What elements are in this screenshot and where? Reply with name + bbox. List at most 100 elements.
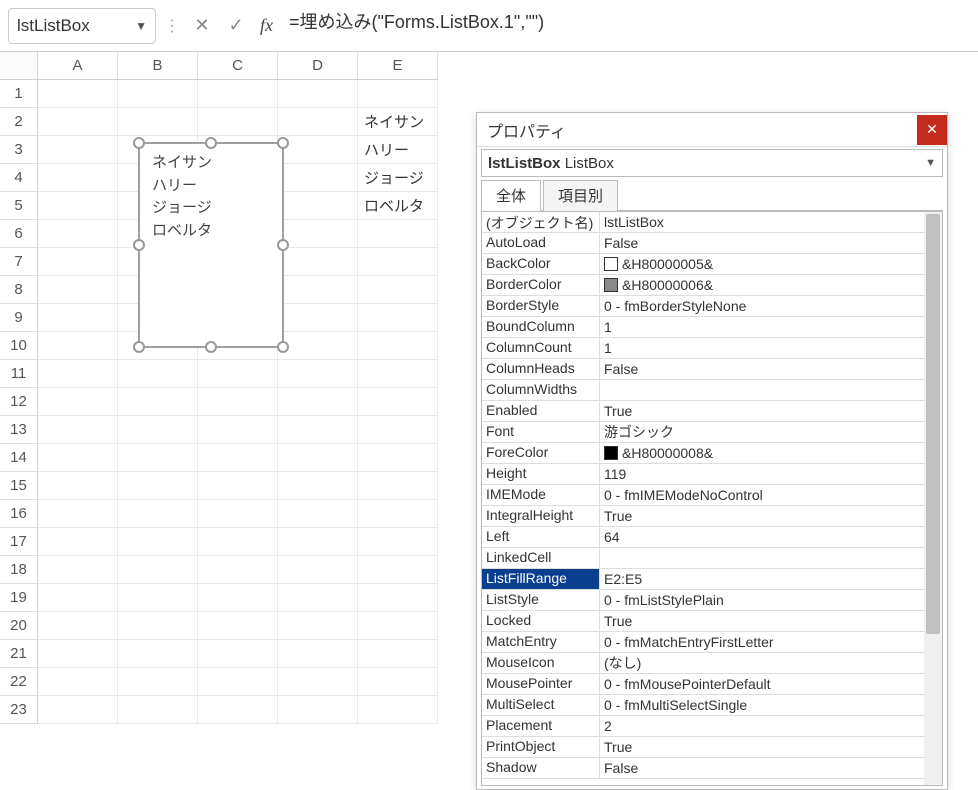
cell[interactable] <box>278 556 358 584</box>
scrollbar[interactable] <box>924 212 942 785</box>
property-row[interactable]: BorderStyle0 - fmBorderStyleNone <box>482 296 924 317</box>
row-header[interactable]: 4 <box>0 164 38 192</box>
row-header[interactable]: 21 <box>0 640 38 668</box>
cell[interactable] <box>38 500 118 528</box>
cell[interactable] <box>278 220 358 248</box>
cell[interactable] <box>38 696 118 724</box>
tab-categorized[interactable]: 項目別 <box>543 180 618 211</box>
property-row[interactable]: MultiSelect0 - fmMultiSelectSingle <box>482 695 924 716</box>
row-header[interactable]: 14 <box>0 444 38 472</box>
property-value[interactable]: True <box>600 737 924 757</box>
row-header[interactable]: 3 <box>0 136 38 164</box>
property-row[interactable]: EnabledTrue <box>482 401 924 422</box>
cell[interactable] <box>118 556 198 584</box>
cell[interactable] <box>38 276 118 304</box>
cell[interactable] <box>358 668 438 696</box>
property-value[interactable]: &H80000005& <box>600 254 924 274</box>
property-row[interactable]: AutoLoadFalse <box>482 233 924 254</box>
resize-handle[interactable] <box>205 137 217 149</box>
cell[interactable] <box>38 584 118 612</box>
row-header[interactable]: 18 <box>0 556 38 584</box>
column-header[interactable]: B <box>118 52 198 80</box>
cell[interactable] <box>198 612 278 640</box>
property-value[interactable]: 2 <box>600 716 924 736</box>
cell[interactable] <box>198 668 278 696</box>
cell[interactable] <box>118 108 198 136</box>
cell[interactable] <box>278 528 358 556</box>
cell[interactable] <box>118 528 198 556</box>
cell[interactable] <box>278 192 358 220</box>
property-value[interactable]: True <box>600 611 924 631</box>
cell[interactable] <box>358 248 438 276</box>
property-value[interactable]: &H80000008& <box>600 443 924 463</box>
cell[interactable] <box>198 80 278 108</box>
cell[interactable] <box>38 136 118 164</box>
cell[interactable] <box>38 612 118 640</box>
cell[interactable] <box>198 472 278 500</box>
cell[interactable] <box>118 360 198 388</box>
resize-handle[interactable] <box>277 341 289 353</box>
scrollbar-thumb[interactable] <box>926 214 940 634</box>
property-value[interactable]: 游ゴシック <box>600 422 924 442</box>
cell[interactable] <box>358 500 438 528</box>
cell[interactable] <box>278 136 358 164</box>
cell[interactable] <box>278 248 358 276</box>
cell[interactable] <box>38 80 118 108</box>
property-value[interactable]: (なし) <box>600 653 924 673</box>
property-value[interactable]: False <box>600 359 924 379</box>
cell[interactable] <box>358 696 438 724</box>
column-header[interactable]: E <box>358 52 438 80</box>
row-header[interactable]: 22 <box>0 668 38 696</box>
cell[interactable] <box>278 444 358 472</box>
cell[interactable] <box>198 416 278 444</box>
cell[interactable] <box>198 388 278 416</box>
accept-formula-button[interactable]: ✓ <box>222 12 250 40</box>
resize-handle[interactable] <box>133 341 145 353</box>
cell[interactable] <box>38 668 118 696</box>
property-value[interactable]: 0 - fmMousePointerDefault <box>600 674 924 694</box>
cell[interactable] <box>38 304 118 332</box>
cell[interactable] <box>118 80 198 108</box>
property-row[interactable]: Placement2 <box>482 716 924 737</box>
property-row[interactable]: IntegralHeightTrue <box>482 506 924 527</box>
column-header[interactable]: C <box>198 52 278 80</box>
cancel-formula-button[interactable]: ✕ <box>188 12 216 40</box>
row-header[interactable]: 9 <box>0 304 38 332</box>
property-row[interactable]: ListStyle0 - fmListStylePlain <box>482 590 924 611</box>
cell[interactable] <box>118 584 198 612</box>
property-value[interactable] <box>600 380 924 400</box>
cell[interactable] <box>358 332 438 360</box>
cell[interactable] <box>358 220 438 248</box>
cell[interactable] <box>198 696 278 724</box>
cell[interactable] <box>118 500 198 528</box>
row-header[interactable]: 19 <box>0 584 38 612</box>
cell[interactable] <box>278 276 358 304</box>
row-header[interactable]: 20 <box>0 612 38 640</box>
row-header[interactable]: 11 <box>0 360 38 388</box>
object-selector[interactable]: lstListBox ListBox ▼ <box>481 149 943 177</box>
cell[interactable] <box>118 444 198 472</box>
row-header[interactable]: 23 <box>0 696 38 724</box>
row-header[interactable]: 17 <box>0 528 38 556</box>
cell[interactable] <box>278 500 358 528</box>
cell[interactable] <box>38 472 118 500</box>
cell[interactable] <box>38 444 118 472</box>
cell[interactable] <box>38 528 118 556</box>
cell[interactable] <box>38 640 118 668</box>
property-value[interactable] <box>600 548 924 568</box>
cell[interactable] <box>278 640 358 668</box>
cell[interactable] <box>358 388 438 416</box>
cell[interactable] <box>278 584 358 612</box>
cell[interactable] <box>38 164 118 192</box>
cell[interactable] <box>278 108 358 136</box>
cell[interactable] <box>358 304 438 332</box>
tab-all[interactable]: 全体 <box>481 180 541 211</box>
row-header[interactable]: 10 <box>0 332 38 360</box>
property-value[interactable]: 1 <box>600 317 924 337</box>
cell[interactable] <box>358 416 438 444</box>
property-row[interactable]: Font游ゴシック <box>482 422 924 443</box>
property-row[interactable]: MatchEntry0 - fmMatchEntryFirstLetter <box>482 632 924 653</box>
row-header[interactable]: 1 <box>0 80 38 108</box>
cell[interactable] <box>278 164 358 192</box>
property-row[interactable]: Left64 <box>482 527 924 548</box>
